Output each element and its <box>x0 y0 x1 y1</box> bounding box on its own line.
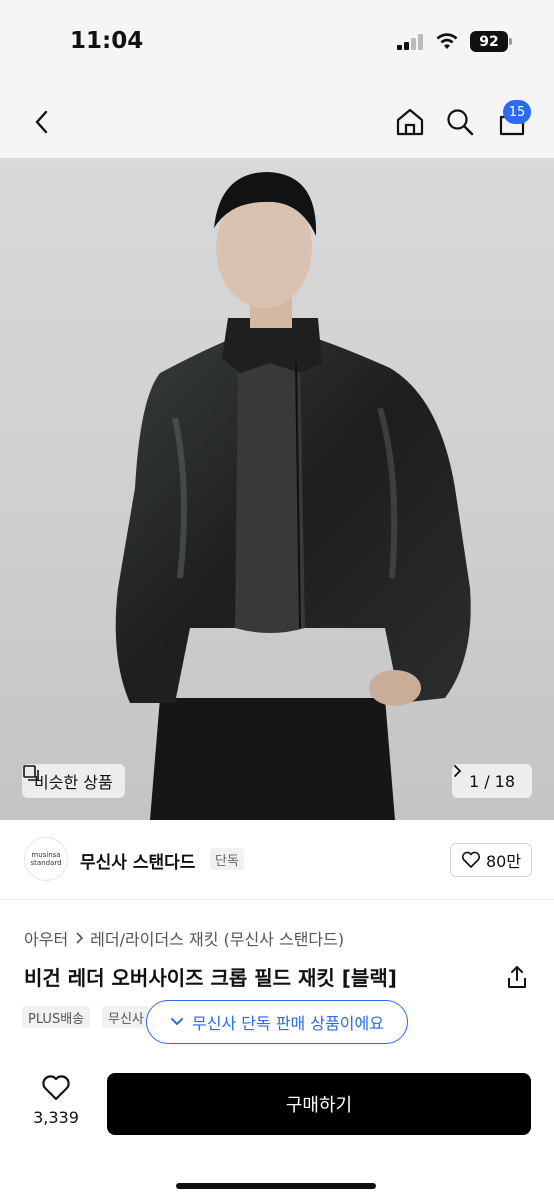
image-pager[interactable]: 1 / 18 <box>452 764 532 798</box>
brand-logo[interactable]: musinsa standard <box>24 837 68 881</box>
chevron-down-icon <box>171 1018 184 1026</box>
brand-like-count: 80만 <box>485 852 522 871</box>
nav-bar <box>0 84 554 158</box>
wifi-icon <box>436 33 458 49</box>
similar-label: 비슷한 상품 <box>34 773 113 792</box>
brand-name[interactable]: 무신사 스탠다드 <box>80 848 195 873</box>
brand-row: musinsa standard 무신사 스탠다드 단독 80만 <box>0 820 554 900</box>
search-button[interactable] <box>440 102 480 142</box>
exclusive-notice-tooltip: 무신사 단독 판매 상품이에요 <box>146 1000 408 1044</box>
share-button[interactable] <box>502 962 532 992</box>
exclusive-tag: 단독 <box>210 848 244 870</box>
musinsa-tag: 무신사 <box>102 1006 150 1028</box>
status-bar: 11:04 92 <box>0 0 554 84</box>
breadcrumb: 아우터 레더/라이더스 재킷 (무신사 스탠다드) <box>24 926 344 950</box>
battery-indicator: 92 <box>470 31 512 52</box>
breadcrumb-category[interactable]: 아우터 <box>24 926 68 950</box>
brand-like-button[interactable]: 80만 <box>450 843 532 877</box>
heart-icon <box>42 1075 70 1101</box>
breadcrumb-subcategory[interactable]: 레더/라이더스 재킷 (무신사 스탠다드) <box>90 926 344 950</box>
heart-icon <box>461 851 480 868</box>
share-icon <box>508 966 526 988</box>
home-icon <box>396 108 424 136</box>
back-button[interactable] <box>22 102 62 142</box>
search-icon <box>447 109 474 136</box>
status-time: 11:04 <box>70 28 144 54</box>
plus-delivery-tag: PLUS배송 <box>22 1006 91 1028</box>
model-jacket-illustration <box>115 172 471 820</box>
chevron-right-icon <box>454 765 462 777</box>
buy-button[interactable]: 구매하기 <box>107 1073 531 1135</box>
chevron-right-icon <box>76 932 84 944</box>
chevron-left-icon <box>35 110 48 134</box>
similar-products-button[interactable]: 비슷한 상품 <box>22 764 125 798</box>
signal-icon <box>397 34 423 50</box>
product-image[interactable]: 비슷한 상품 1 / 18 <box>0 158 554 820</box>
home-indicator <box>176 1183 376 1189</box>
page-indicator: 1 / 18 <box>468 771 516 791</box>
rating-row <box>24 1046 174 1056</box>
product-like-count: 3,339 <box>33 1108 79 1127</box>
product-title: 비건 레더 오버사이즈 크롭 필드 재킷 [블랙] <box>24 966 397 990</box>
home-button[interactable] <box>390 102 430 142</box>
product-like-button[interactable]: 3,339 <box>24 1074 88 1134</box>
similar-icon <box>23 765 39 781</box>
bottom-action-bar: 3,339 구매하기 <box>0 1058 554 1200</box>
exclusive-notice-text: 무신사 단독 판매 상품이에요 <box>192 1014 384 1033</box>
cart-count-badge: 15 <box>503 100 531 124</box>
